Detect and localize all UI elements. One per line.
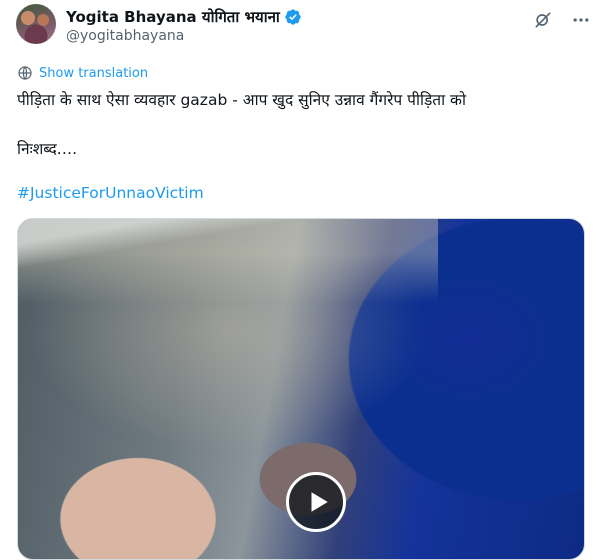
tweet-text-line-2: निःशब्द…. xyxy=(17,140,78,158)
author-display-name[interactable]: Yogita Bhayana योगिता भयाना xyxy=(66,7,280,27)
play-button[interactable] xyxy=(286,472,346,532)
video-thumbnail[interactable] xyxy=(17,218,585,560)
more-icon[interactable] xyxy=(571,10,591,30)
hashtag-link[interactable]: #JusticeForUnnaoVictim xyxy=(17,184,204,202)
tweet-actions-top xyxy=(533,10,591,30)
avatar[interactable] xyxy=(16,4,56,44)
author-handle[interactable]: @yogitabhayana xyxy=(66,28,184,44)
show-translation-link[interactable]: Show translation xyxy=(17,65,148,81)
show-translation-label: Show translation xyxy=(39,65,149,81)
grok-icon[interactable] xyxy=(533,10,553,30)
play-icon xyxy=(311,492,328,512)
verified-badge-icon xyxy=(285,9,301,25)
globe-icon xyxy=(18,66,32,80)
tweet-text-line-1: पीड़िता के साथ ऐसा व्यवहार gazab - आप खु… xyxy=(17,91,466,109)
author-name-row: Yogita Bhayana योगिता भयाना xyxy=(66,7,302,27)
